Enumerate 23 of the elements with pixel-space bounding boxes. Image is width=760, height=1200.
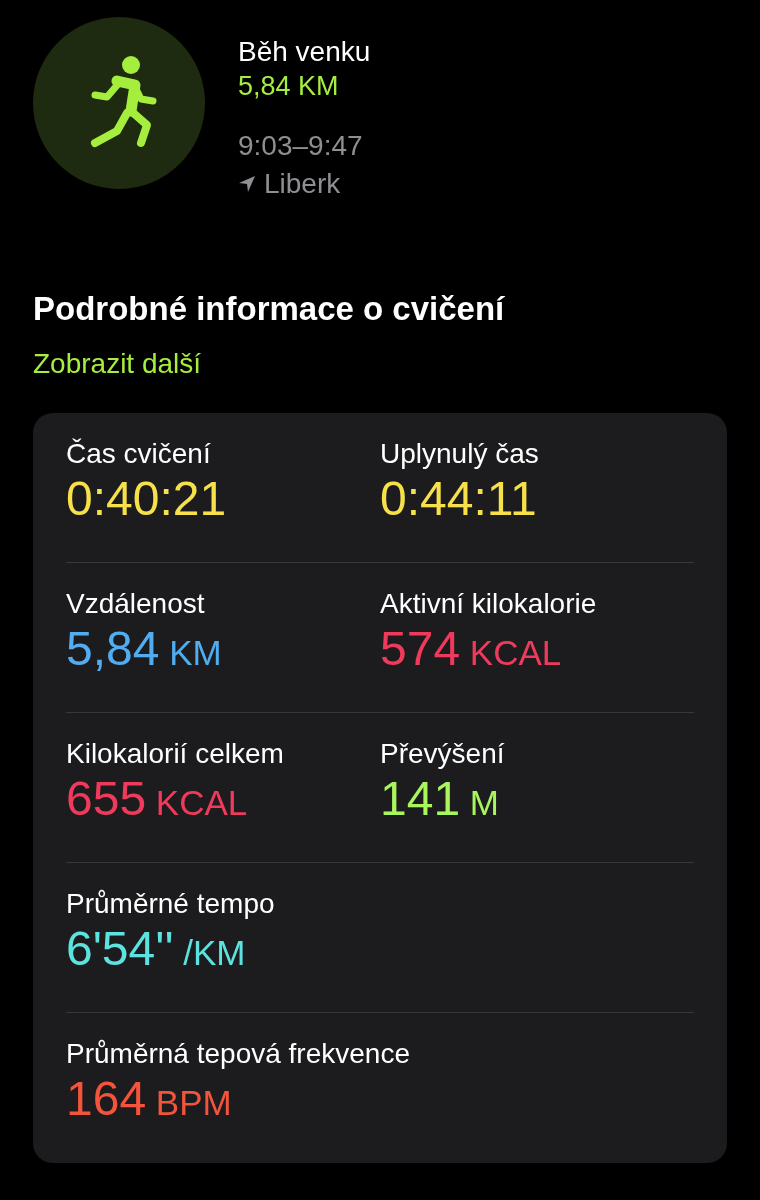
metric-label: Vzdálenost	[66, 587, 205, 621]
metric-label: Čas cvičení	[66, 437, 211, 471]
metric-value: 0:44:11	[380, 471, 537, 527]
metric-label: Průměrné tempo	[66, 887, 275, 921]
metric-value: 164 BPM	[66, 1071, 232, 1127]
workout-title: Běh venku	[238, 35, 371, 69]
workout-distance: 5,84 KM	[238, 70, 340, 103]
metric-label: Převýšení	[380, 737, 505, 771]
workout-time-range: 9:03–9:47	[238, 129, 364, 163]
metric-label: Průměrná tepová frekvence	[66, 1037, 410, 1071]
section-heading: Podrobné informace o cvičení	[33, 289, 506, 329]
workout-location: Liberk	[264, 167, 341, 201]
metric-value: 141 M	[380, 771, 499, 827]
metric-value: 6'54'' /KM	[66, 921, 246, 977]
metric-value: 574 KCAL	[380, 621, 562, 677]
show-more-link[interactable]: Zobrazit další	[33, 348, 202, 379]
metric-label: Kilokalorií celkem	[66, 737, 284, 771]
metric-value: 655 KCAL	[66, 771, 248, 827]
metric-label: Uplynulý čas	[380, 437, 539, 471]
metric-value: 5,84 KM	[66, 621, 222, 677]
location-arrow-icon	[238, 175, 256, 193]
metric-label: Aktivní kilokalorie	[380, 587, 597, 621]
metric-value: 0:40:21	[66, 471, 227, 527]
